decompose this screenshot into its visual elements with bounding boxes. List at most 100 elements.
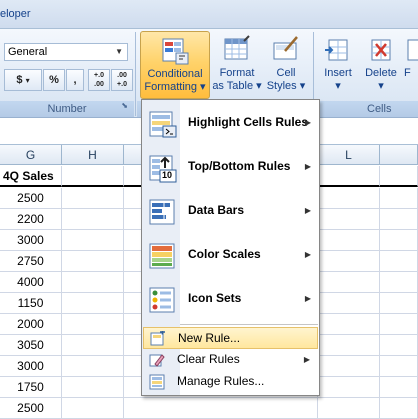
menu-item-label: Top/Bottom Rules — [188, 159, 291, 173]
menu-item-highlight-cells-rules[interactable]: Highlight Cells Rules ▶ — [142, 102, 319, 146]
grid-cell[interactable] — [318, 377, 380, 398]
new-rule-icon — [150, 329, 166, 347]
grid-cell[interactable] — [318, 293, 380, 314]
conditional-formatting-menu: Highlight Cells Rules ▶ 10 Top/Bottom Ru… — [141, 99, 320, 396]
grid-cell[interactable] — [62, 272, 124, 293]
grid-cell[interactable] — [318, 272, 380, 293]
format-cells-button[interactable]: F — [404, 31, 418, 99]
grid-cell[interactable] — [62, 293, 124, 314]
column-header-m[interactable] — [380, 145, 418, 165]
menu-item-data-bars[interactable]: Data Bars ▶ — [142, 190, 319, 234]
tab-developer[interactable]: eloper — [0, 8, 31, 20]
conditional-formatting-button[interactable]: Conditional Formatting ▾ — [140, 31, 210, 99]
grid-cell[interactable] — [62, 314, 124, 335]
grid-cell[interactable] — [62, 398, 124, 419]
insert-button[interactable]: Insert ▾ — [318, 31, 358, 99]
grid-cell[interactable] — [380, 188, 418, 209]
cells-group-label: Cells — [315, 101, 418, 117]
sales-value-cell[interactable]: 2000 — [0, 314, 62, 335]
grid-cell[interactable] — [380, 230, 418, 251]
chevron-down-icon: ▾ — [378, 80, 384, 92]
grid-cell[interactable] — [380, 209, 418, 230]
menu-item-new-rule[interactable]: New Rule... — [143, 327, 318, 349]
percent-button[interactable]: % — [43, 69, 65, 91]
top-bottom-rules-icon: 10 — [148, 154, 178, 184]
column-header-h[interactable]: H — [62, 145, 124, 165]
menu-item-manage-rules[interactable]: Manage Rules... — [143, 371, 318, 393]
grid-cell[interactable] — [380, 335, 418, 356]
menu-item-label: Highlight Cells Rules — [188, 115, 309, 129]
grid-cell[interactable] — [62, 188, 124, 209]
icon-sets-icon — [148, 286, 178, 316]
column-header-g[interactable]: G — [0, 145, 62, 165]
grid-cell[interactable] — [318, 398, 380, 419]
menu-separator — [180, 324, 318, 325]
grid-cell[interactable] — [318, 335, 380, 356]
sales-value-cell[interactable]: 2200 — [0, 209, 62, 230]
sales-value-cell[interactable]: 1750 — [0, 377, 62, 398]
menu-item-label: Data Bars — [188, 203, 245, 217]
grid-cell[interactable] — [318, 209, 380, 230]
delete-label: Delete — [365, 67, 397, 79]
number-format-combo[interactable]: General ▼ — [4, 43, 128, 61]
grid-cell[interactable] — [380, 293, 418, 314]
menu-item-label: New Rule... — [178, 331, 241, 345]
grid-cell[interactable] — [318, 188, 380, 209]
chevron-down-icon: ▼ — [115, 47, 123, 56]
cell-styles-label-1: Cell — [276, 67, 296, 79]
cell-styles-button[interactable]: Cell Styles ▾ — [264, 31, 308, 99]
grid-cell[interactable] — [62, 209, 124, 230]
grid-cell[interactable] — [62, 356, 124, 377]
dialog-launcher-icon[interactable]: ⬊ — [121, 98, 128, 114]
number-format-value: General — [8, 46, 48, 58]
currency-button[interactable]: $ ▾ — [4, 69, 42, 91]
grid-cell[interactable] — [318, 356, 380, 377]
grid-cell[interactable] — [380, 398, 418, 419]
data-bars-icon — [148, 198, 178, 228]
grid-cell[interactable] — [380, 356, 418, 377]
submenu-arrow-icon: ▶ — [304, 250, 311, 259]
cell-styles-label-2: Styles ▾ — [266, 80, 306, 92]
grid-cell[interactable] — [380, 251, 418, 272]
menu-item-label: Color Scales — [188, 247, 261, 261]
menu-item-icon-sets[interactable]: Icon Sets ▶ — [142, 278, 319, 322]
submenu-arrow-icon: ▶ — [304, 162, 311, 171]
cell-styles-icon — [271, 35, 301, 65]
grid-cell[interactable] — [62, 166, 124, 187]
chevron-down-icon: ▾ — [335, 80, 341, 92]
grid-cell[interactable] — [380, 314, 418, 335]
delete-button[interactable]: Delete ▾ — [360, 31, 402, 99]
grid-cell[interactable] — [62, 377, 124, 398]
decrease-decimal-button[interactable]: .00 +.0 — [111, 69, 133, 91]
sales-value-cell[interactable]: 2500 — [0, 188, 62, 209]
top10-badge: 10 — [162, 170, 173, 180]
menu-item-top-bottom-rules[interactable]: 10 Top/Bottom Rules ▶ — [142, 146, 319, 190]
sales-value-cell[interactable]: 3050 — [0, 335, 62, 356]
comma-button[interactable]: , — [66, 69, 84, 91]
format-as-table-button[interactable]: Format as Table ▾ — [212, 31, 262, 99]
grid-cell[interactable] — [62, 335, 124, 356]
grid-cell[interactable] — [318, 314, 380, 335]
grid-cell[interactable] — [380, 272, 418, 293]
grid-cell[interactable] — [318, 166, 380, 187]
header-cell-4q-sales[interactable]: 4Q Sales — [0, 166, 62, 187]
increase-decimal-button[interactable]: +.0 .00 — [88, 69, 110, 91]
grid-cell[interactable] — [124, 398, 318, 419]
grid-cell[interactable] — [62, 251, 124, 272]
grid-cell[interactable] — [380, 377, 418, 398]
menu-item-clear-rules[interactable]: Clear Rules ▶ — [143, 349, 318, 371]
sales-value-cell[interactable]: 1150 — [0, 293, 62, 314]
menu-item-color-scales[interactable]: Color Scales ▶ — [142, 234, 319, 278]
grid-cell[interactable] — [380, 166, 418, 187]
grid-cell[interactable] — [318, 251, 380, 272]
sales-value-cell[interactable]: 3000 — [0, 356, 62, 377]
sales-value-cell[interactable]: 3000 — [0, 230, 62, 251]
column-header-l[interactable]: L — [318, 145, 380, 165]
conditional-formatting-label-1: Conditional — [147, 68, 203, 80]
grid-cell[interactable] — [62, 230, 124, 251]
sales-value-cell[interactable]: 2750 — [0, 251, 62, 272]
sales-value-cell[interactable]: 2500 — [0, 398, 62, 419]
sales-value-cell[interactable]: 4000 — [0, 272, 62, 293]
submenu-arrow-icon: ▶ — [304, 206, 311, 215]
grid-cell[interactable] — [318, 230, 380, 251]
